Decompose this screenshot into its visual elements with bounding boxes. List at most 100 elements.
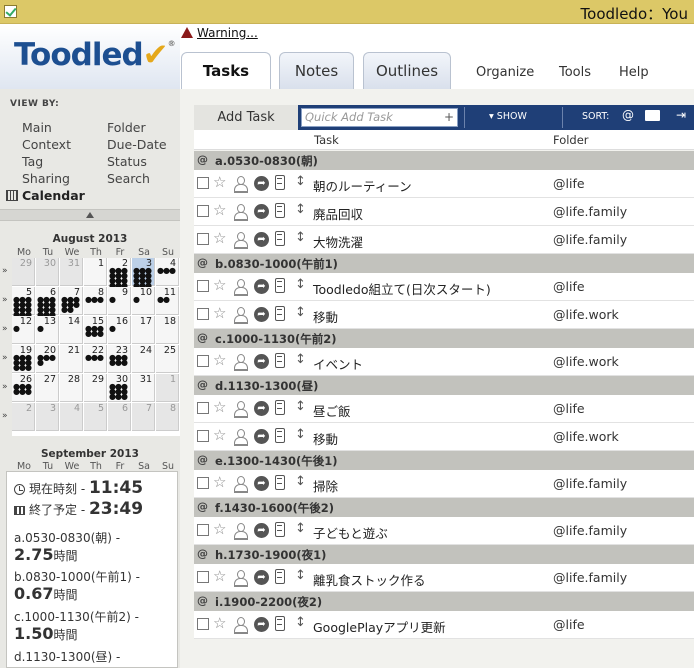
task-folder[interactable]: @life.work xyxy=(553,354,619,369)
calendar-day[interactable]: 21 xyxy=(60,345,83,373)
star-icon[interactable]: ☆ xyxy=(213,473,226,491)
goto-arrow-icon[interactable]: ➦ xyxy=(254,232,269,247)
calendar-day[interactable]: 29 xyxy=(84,374,107,402)
calendar-day[interactable]: 2 ●●●●●●●●●●●● xyxy=(108,258,131,290)
assign-person-icon[interactable] xyxy=(234,401,248,418)
calendar-day[interactable]: 3 ●●●●●●●●●●●● xyxy=(132,258,155,290)
drag-handle-icon[interactable]: ↕ xyxy=(295,521,306,536)
task-name[interactable]: 朝のルーティーン xyxy=(313,176,412,195)
warning-link[interactable]: Warning... xyxy=(181,26,258,40)
week-select-icon[interactable]: » xyxy=(2,411,8,421)
quick-add-plus-icon[interactable]: + xyxy=(444,109,454,126)
assign-person-icon[interactable] xyxy=(234,570,248,587)
group-header[interactable]: @ h.1730-1900(夜1) xyxy=(194,545,694,564)
assign-person-icon[interactable] xyxy=(234,204,248,221)
task-name[interactable]: 大物洗濯 xyxy=(313,232,363,251)
tab-notes[interactable]: Notes xyxy=(279,52,354,89)
note-icon[interactable] xyxy=(275,353,285,368)
note-icon[interactable] xyxy=(275,203,285,218)
task-name[interactable]: GooglePlayアプリ更新 xyxy=(313,617,446,636)
goto-arrow-icon[interactable]: ➦ xyxy=(254,176,269,191)
task-folder[interactable]: @life.family xyxy=(553,232,627,247)
drag-handle-icon[interactable]: ↕ xyxy=(295,615,306,630)
task-folder[interactable]: @life xyxy=(553,401,585,416)
week-select-icon[interactable]: » xyxy=(2,324,8,334)
week-select-icon[interactable]: » xyxy=(2,295,8,305)
sort-arrow-icon[interactable]: ⇥ xyxy=(676,108,686,122)
viewby-due-date[interactable]: Due-Date xyxy=(107,137,167,152)
calendar-day[interactable]: 29 xyxy=(12,258,35,286)
calendar-day[interactable]: 18 xyxy=(156,316,179,344)
goto-arrow-icon[interactable]: ➦ xyxy=(254,570,269,585)
calendar-day[interactable]: 23 ●●●●●● xyxy=(108,345,131,373)
task-checkbox[interactable] xyxy=(197,618,209,630)
calendar-day[interactable]: 8 ●●● xyxy=(84,287,107,315)
viewby-folder[interactable]: Folder xyxy=(107,120,146,135)
drag-handle-icon[interactable]: ↕ xyxy=(295,174,306,189)
assign-person-icon[interactable] xyxy=(234,232,248,249)
note-icon[interactable] xyxy=(275,522,285,537)
task-folder[interactable]: @life.work xyxy=(553,429,619,444)
assign-person-icon[interactable] xyxy=(234,476,248,493)
week-select-icon[interactable]: » xyxy=(2,353,8,363)
star-icon[interactable]: ☆ xyxy=(213,520,226,538)
task-checkbox[interactable] xyxy=(197,571,209,583)
goto-arrow-icon[interactable]: ➦ xyxy=(254,617,269,632)
assign-person-icon[interactable] xyxy=(234,617,248,634)
calendar-day[interactable]: 4 xyxy=(60,403,83,431)
task-folder[interactable]: @life xyxy=(553,176,585,191)
calendar-day[interactable]: 11 ●● xyxy=(156,287,179,315)
calendar-day[interactable]: 7 ●●●●●●●● xyxy=(60,287,83,315)
warning-label[interactable]: Warning... xyxy=(197,26,258,40)
calendar-day[interactable]: 8 xyxy=(156,403,179,431)
calendar-day[interactable]: 6 xyxy=(108,403,131,431)
note-icon[interactable] xyxy=(275,231,285,246)
column-folder[interactable]: Folder xyxy=(553,133,589,147)
star-icon[interactable]: ☆ xyxy=(213,426,226,444)
quick-add-input[interactable]: Quick Add Task + xyxy=(301,108,458,127)
task-name[interactable]: 廃品回収 xyxy=(313,204,363,223)
calendar-day[interactable]: 5 ●●●●●●●●●●●● xyxy=(12,287,35,319)
task-name[interactable]: Toodledo組立て(日次スタート) xyxy=(313,279,491,298)
calendar-day[interactable]: 5 xyxy=(84,403,107,431)
task-folder[interactable]: @life.family xyxy=(553,570,627,585)
viewby-status[interactable]: Status xyxy=(107,154,147,169)
calendar-day[interactable]: 1 xyxy=(156,374,179,402)
task-folder[interactable]: @life xyxy=(553,617,585,632)
task-checkbox[interactable] xyxy=(197,205,209,217)
task-checkbox[interactable] xyxy=(197,402,209,414)
assign-person-icon[interactable] xyxy=(234,523,248,540)
viewby-search[interactable]: Search xyxy=(107,171,150,186)
drag-handle-icon[interactable]: ↕ xyxy=(295,474,306,489)
assign-person-icon[interactable] xyxy=(234,429,248,446)
star-icon[interactable]: ☆ xyxy=(213,276,226,294)
star-icon[interactable]: ☆ xyxy=(213,398,226,416)
star-icon[interactable]: ☆ xyxy=(213,173,226,191)
task-name[interactable]: 移動 xyxy=(313,307,338,326)
star-icon[interactable]: ☆ xyxy=(213,567,226,585)
star-icon[interactable]: ☆ xyxy=(213,304,226,322)
nav-organize[interactable]: Organize xyxy=(476,65,534,80)
note-icon[interactable] xyxy=(275,428,285,443)
column-task[interactable]: Task xyxy=(314,133,339,147)
task-name[interactable]: イベント xyxy=(313,354,363,373)
calendar-day[interactable]: 31 xyxy=(132,374,155,402)
task-checkbox[interactable] xyxy=(197,355,209,367)
drag-handle-icon[interactable]: ↕ xyxy=(295,568,306,583)
note-icon[interactable] xyxy=(275,569,285,584)
task-name[interactable]: 子どもと遊ぶ xyxy=(313,523,388,542)
nav-tools[interactable]: Tools xyxy=(559,65,591,80)
drag-handle-icon[interactable]: ↕ xyxy=(295,352,306,367)
task-checkbox[interactable] xyxy=(197,430,209,442)
drag-handle-icon[interactable]: ↕ xyxy=(295,230,306,245)
drag-handle-icon[interactable]: ↕ xyxy=(295,202,306,217)
task-checkbox[interactable] xyxy=(197,477,209,489)
goto-arrow-icon[interactable]: ➦ xyxy=(254,476,269,491)
calendar-day[interactable]: 30 ●●●●●●●●● xyxy=(108,374,131,402)
calendar-day[interactable]: 12 ● xyxy=(12,316,35,344)
tab-outlines[interactable]: Outlines xyxy=(363,52,451,89)
calendar-day[interactable]: 13 ● xyxy=(36,316,59,344)
goto-arrow-icon[interactable]: ➦ xyxy=(254,307,269,322)
calendar-day[interactable]: 15 ●●●●●● xyxy=(84,316,107,344)
week-select-icon[interactable]: » xyxy=(2,382,8,392)
